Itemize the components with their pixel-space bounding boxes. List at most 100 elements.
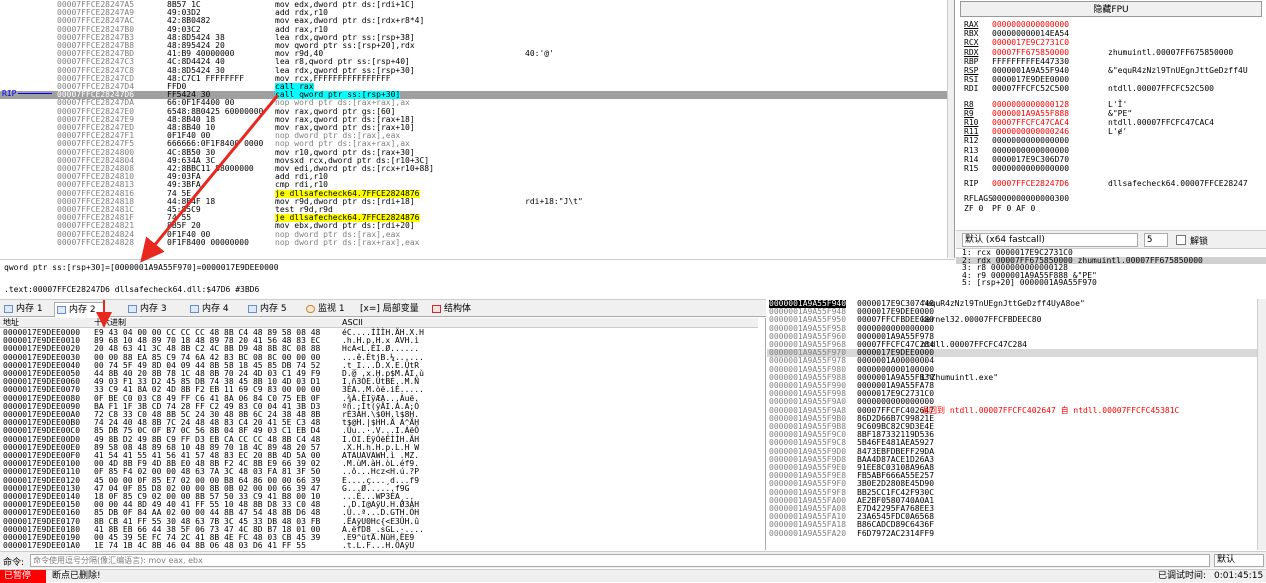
register-value[interactable]: 0000000000000128: [992, 100, 1069, 109]
disasm-row[interactable]: 00007FFCE28247F1 0F1F40 00 nop dword ptr d…: [0, 132, 947, 140]
disasm-row[interactable]: 00007FFCE2824821 8B5F 20 mov ebx,dword ptr…: [0, 222, 947, 230]
register-comment: &"equR4zNzl9TnUEgnJttGeDzff4U: [1108, 66, 1248, 75]
register-value[interactable]: 0000001A9A55F940: [992, 66, 1069, 75]
disasm-row[interactable]: 00007FFCE282481C 45:85C9 test r9d,r9d: [0, 206, 947, 214]
command-input[interactable]: 命令使用逗号分隔(像汇编语言): mov eax, ebx: [30, 554, 1210, 567]
disasm-row[interactable]: 00007FFCE2824816 74 5E je dllsafecheck64.7…: [0, 189, 947, 198]
disasm-row[interactable]: 00007FFCE28247AC 42:8B0482 mov eax,dword p…: [0, 17, 947, 25]
disasm-row[interactable]: 00007FFCE28247CD 48:C7C1 FFFFFFFF mov rcx,…: [0, 75, 947, 83]
disasm-address: 00007FFCE2824810: [57, 173, 135, 182]
disasm-row[interactable]: 00007FFCE28247B0 49:03C2 add rax,r10: [0, 26, 947, 34]
rip-arrow-icon: [18, 93, 52, 94]
tab-memory-5[interactable]: 内存 5: [246, 302, 296, 317]
disasm-row[interactable]: 00007FFCE28247E0 6548:8B0425 60000000 mov …: [0, 108, 947, 116]
tab-memory-2[interactable]: 内存 2: [54, 302, 104, 317]
col-ascii[interactable]: ASCII: [342, 318, 363, 328]
disasm-row[interactable]: 00007FFCE28247E9 48:8B40 18 mov rax,qword …: [0, 116, 947, 124]
arg-count-spinner[interactable]: 5: [1144, 233, 1168, 247]
register-value[interactable]: 00007FFCE28247D6: [992, 179, 1069, 188]
tab-watch-1[interactable]: 监视 1: [304, 302, 356, 317]
disasm-address: 00007FFCE2824818: [57, 197, 135, 206]
stack-view[interactable]: 0000001A9A55F940 0000017E9C307448 "equR4zN…: [767, 299, 1266, 550]
register-value[interactable]: 0000000000000000: [992, 20, 1069, 29]
register-value[interactable]: 0000017E9DEE0000: [992, 75, 1069, 84]
register-value[interactable]: FFFFFFFFFE447330: [992, 57, 1069, 66]
hide-fpu-button[interactable]: 隐藏FPU: [960, 1, 1262, 17]
argument-row[interactable]: 5: [rsp+20] 0000001A9A55F970: [956, 279, 1266, 287]
disasm-address: 00007FFCE28247ED: [57, 124, 135, 132]
disasm-row[interactable]: 00007FFCE2824813 49:3BFA cmp rdi,r10: [0, 181, 947, 189]
disasm-row[interactable]: 00007FFCE2824824 0F1F40 00 nop dword ptr d…: [0, 231, 947, 239]
disasm-bytes: 74 55: [167, 214, 192, 223]
dump-row[interactable]: 0000017E9DEE01A0 1E 74 1B 4C 8B 46 04 8B …: [0, 541, 758, 550]
disasm-instruction: nop dword ptr ds:[rax],eax: [275, 132, 401, 141]
disasm-row[interactable]: 00007FFCE28247ED 48:8B40 10 mov rax,qword …: [0, 124, 947, 132]
tab-locals[interactable]: [x=] 局部变量: [358, 302, 426, 317]
register-value[interactable]: 0000017E9C306D70: [992, 155, 1069, 164]
register-value[interactable]: 0000000000000246: [992, 127, 1069, 136]
disasm-bytes: 48:8D5424 30: [167, 66, 225, 75]
register-value[interactable]: 0000017E9C2731C0: [992, 38, 1069, 47]
register-comment: L'Ĩ': [1108, 99, 1128, 109]
disasm-row[interactable]: 00007FFCE28247DA 66:0F1F4400 00 nop word p…: [0, 99, 947, 107]
disasm-bytes: 8B57 1C: [167, 1, 201, 9]
disassembly-view[interactable]: 00007FFCE28247A5 8B57 1C mov edx,dword ptr…: [0, 0, 955, 258]
register-value[interactable]: 0000000000000300: [992, 194, 1069, 203]
register-value[interactable]: 0000001A9A55F888: [992, 109, 1069, 118]
tab-struct[interactable]: 结构体: [430, 302, 480, 317]
arguments-list[interactable]: 1: rcx 0000017E9C2731C0 2: rdx 00007FF67…: [956, 248, 1266, 296]
register-name: RSP: [964, 66, 979, 75]
register-value[interactable]: PF 0 AF 0: [992, 204, 1035, 213]
disasm-row[interactable]: 00007FFCE28247B3 48:8D5424 38 lea rdx,qwor…: [0, 34, 947, 42]
tab-memory-4[interactable]: 内存 4: [188, 302, 238, 317]
debug-time: 0:01:45:15: [1214, 571, 1264, 581]
disasm-row[interactable]: 00007FFCE28247C8 48:8D5424 30 lea rdx,qwor…: [0, 67, 947, 75]
unlock-checkbox[interactable]: [1176, 235, 1186, 245]
disasm-row[interactable]: 00007FFCE2824818 44:8B4F 18 mov r9d,dword …: [0, 198, 947, 206]
disasm-bytes: 4C:8B50 30: [167, 148, 216, 157]
disasm-row[interactable]: 00007FFCE28247A9 49:03D2 add rdx,r10: [0, 9, 947, 17]
disasm-row[interactable]: 00007FFCE2824828 0F1F8400 00000000 nop dwo…: [0, 239, 947, 247]
col-hex[interactable]: 十六进制: [94, 318, 126, 328]
calling-convention-select[interactable]: 默认 (x64 fastcall): [962, 233, 1138, 247]
register-name: R13: [964, 145, 979, 155]
register-value[interactable]: 0000000000000000: [992, 136, 1069, 145]
memory-icon: [4, 305, 13, 313]
disasm-instruction: mov rax,qword ptr ds:[rax+10]: [275, 124, 415, 132]
disasm-row[interactable]: 00007FFCE28247A5 8B57 1C mov edx,dword ptr…: [0, 1, 947, 9]
col-address[interactable]: 地址: [3, 318, 19, 328]
tab-memory-3[interactable]: 内存 3: [126, 302, 176, 317]
register-comment: dllsafecheck64.00007FFCE28247: [1108, 179, 1248, 189]
disasm-row[interactable]: 00007FFCE28247F5 666666:0F1F8400 0000 nop …: [0, 140, 947, 148]
disasm-row[interactable]: 00007FFCE282481F 74 55 je dllsafecheck64.7…: [0, 214, 947, 223]
register-value[interactable]: 0000000000000000: [992, 146, 1069, 155]
disasm-row[interactable]: 00007FFCE28247D6 FF5424 30 call qword ptr …: [0, 91, 947, 100]
dump-ascii[interactable]: .t.L.F...H.ÖAÿU: [342, 541, 414, 550]
stack-row[interactable]: 0000001A9A55FA20 F6D7972AC2314FF9: [767, 529, 1258, 538]
disasm-row[interactable]: 00007FFCE2824804 49:634A 3C movsxd rcx,dwo…: [0, 157, 947, 165]
disasm-row[interactable]: 00007FFCE2824810 49:03FA add rdi,r10: [0, 173, 947, 181]
dump-hex[interactable]: 1E 74 1B 4C 8B 46 04 8B 06 48 03 D6 41 F…: [94, 541, 306, 550]
disasm-row[interactable]: 00007FFCE28247C3 4C:8D4424 40 lea r8,qword…: [0, 58, 947, 66]
command-mode-select[interactable]: 默认: [1214, 554, 1264, 567]
info-line-operand: qword ptr ss:[rsp+30]=[0000001A9A55F970]…: [0, 259, 955, 275]
register-value[interactable]: 00007FF675850000: [992, 48, 1069, 57]
disasm-row[interactable]: 00007FFCE28247BD 41:B9 40000000 mov r9d,40…: [0, 50, 947, 58]
stack-scrollbar[interactable]: [1257, 299, 1266, 550]
register-value[interactable]: 00007FFCFC47CAC4: [992, 118, 1069, 127]
dump-header: 地址 十六进制 ASCII: [0, 318, 758, 328]
disasm-bytes: 49:3BFA: [167, 181, 201, 190]
register-value[interactable]: 000000000014EA54: [992, 29, 1069, 38]
disasm-address: 00007FFCE28247D6: [57, 91, 135, 100]
disasm-row[interactable]: 00007FFCE2824800 4C:8B50 30 mov r10,qword …: [0, 149, 947, 157]
tab-memory-1[interactable]: 内存 1: [2, 302, 52, 317]
register-value[interactable]: 00007FFCFC52C500: [992, 84, 1069, 93]
disasm-row[interactable]: 00007FFCE28247B8 48:895424 20 mov qword pt…: [0, 42, 947, 50]
register-value[interactable]: 0000000000000000: [992, 164, 1069, 173]
disasm-address: 00007FFCE282481F: [57, 214, 135, 223]
disassembly-scrollbar[interactable]: [947, 0, 954, 258]
memory-dump-view[interactable]: 地址 十六进制 ASCII 0000017E9DEE0000 E9 43 04 0…: [0, 318, 766, 550]
disasm-row[interactable]: 00007FFCE2824808 42:8BBC11 88000000 mov ed…: [0, 165, 947, 173]
registers-panel[interactable]: 隐藏FPU RAX 0000000000000000 RBX 000000000014…: [956, 0, 1266, 245]
disasm-row[interactable]: 00007FFCE28247D4 FFD0 call rax: [0, 83, 947, 92]
